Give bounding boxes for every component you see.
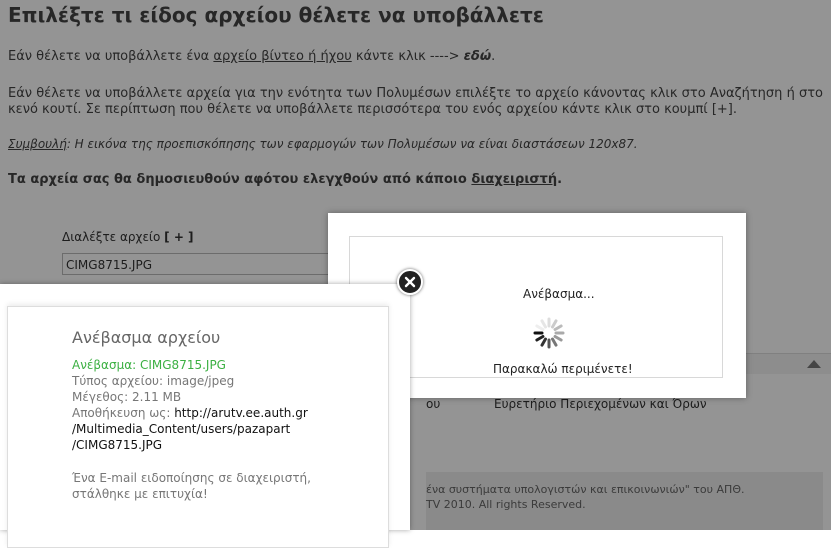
- uploaded-file-name: CIMG8715.JPG: [139, 358, 226, 372]
- file-type-line: Τύπος αρχείου: image/jpeg: [72, 374, 235, 388]
- file-size-value: 2.11 MB: [132, 390, 182, 404]
- close-dialog-button[interactable]: [397, 269, 423, 295]
- saved-path-line3: /CIMG8715.JPG: [72, 438, 163, 452]
- email-notice-line1: Ένα E-mail ειδοποίησης σε διαχειριστή,: [72, 471, 311, 485]
- saved-as-line: Αποθήκευση ως: http://arutv.ee.auth.gr: [72, 406, 308, 420]
- file-size-line: Μέγεθος: 2.11 MB: [72, 390, 182, 404]
- saved-path-line2: /Multimedia_Content/users/pazapart: [72, 422, 291, 436]
- saved-path-line1: http://arutv.ee.auth.gr: [174, 406, 308, 420]
- upload-result-title: Ανέβασμα αρχείου: [72, 328, 221, 347]
- close-icon: [404, 276, 416, 288]
- email-notice-line2: στάλθηκε με επιτυχία!: [72, 487, 208, 501]
- loading-spinner-icon: [533, 317, 565, 349]
- file-type-value: image/jpeg: [166, 374, 235, 388]
- uploading-title: Ανέβασμα...: [523, 287, 595, 301]
- upload-result-dialog: Ανέβασμα αρχείου Ανέβασμα: CIMG8715.JPG …: [0, 284, 410, 548]
- uploaded-file-line: Ανέβασμα: CIMG8715.JPG: [72, 358, 226, 372]
- please-wait-message: Παρακαλώ περιμένετε!: [493, 362, 633, 376]
